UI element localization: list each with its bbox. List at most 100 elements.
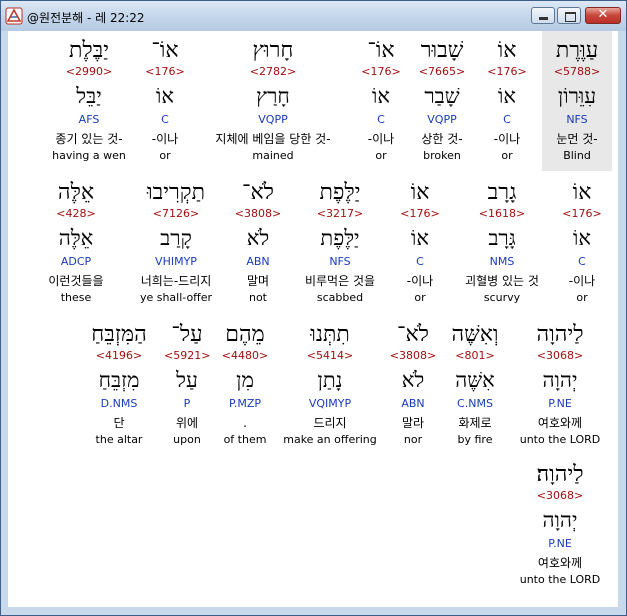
hebrew-root: יַבֵּל [76,84,102,108]
word-block[interactable]: מֵהֶם <4480> מִן P.MZP . of them [216,321,274,453]
korean-gloss: 단 [113,416,125,430]
hebrew-word: חָרוּץ [252,38,294,63]
strong-number[interactable]: <3808> [234,207,282,221]
word-block[interactable]: הַמִּזְבֵּחַ <4196> מִזְבֵּחַ D.NMS 단 th… [84,321,154,453]
word-block[interactable]: עַל־ <5921> עַל P 위에 upon [164,321,210,453]
hebrew-root: יְהוָה [542,508,578,532]
title-bar[interactable]: @원전분해 - 레 22:22 ✕ [1,1,626,31]
strong-number[interactable]: <3808> [388,349,438,363]
korean-gloss: 드리지 [313,416,347,430]
strong-number[interactable]: <5414> [278,349,382,363]
strong-number[interactable]: <176> [486,65,528,79]
strong-number[interactable]: <2990> [44,65,134,79]
word-block[interactable]: תִתְּנוּ <5414> נָתַן VQIMYP 드리지 make an… [278,321,382,453]
korean-gloss: 이런것들을 [48,274,104,288]
hebrew-root: אוֹ [411,226,429,250]
korean-gloss: -이나 [367,132,395,146]
hebrew-word: וְאִשֶּׁה [451,322,499,347]
hebrew-word: יַבֶּלֶת [68,38,110,63]
hebrew-word: אוֹ [497,38,517,63]
hebrew-root: חָרַץ [256,84,290,108]
korean-gloss: 종기 있는 것- [55,132,123,146]
strong-number[interactable]: <176> [398,207,442,221]
word-block[interactable]: חָרוּץ <2782> חָרַץ VQPP 지체에 베임을 당한 것- m… [192,37,354,169]
maximize-button[interactable] [557,7,581,24]
strong-number[interactable]: <7665> [410,65,474,79]
strong-number[interactable]: <7126> [126,207,226,221]
window-title: @원전분해 - 레 22:22 [27,11,145,25]
hebrew-root: לֹא [401,368,425,392]
english-gloss: unto the LORD [519,573,601,586]
strong-number[interactable]: <801> [448,349,502,363]
korean-gloss: 말라 [401,416,425,430]
strong-number[interactable]: <2782> [192,65,354,79]
hebrew-word: אֵלֶּה [57,180,95,205]
parsing-code: ABN [246,255,270,268]
english-gloss: having a wen [52,149,126,162]
parsing-code: ADCP [60,255,92,268]
parsing-code: ABN [401,397,425,410]
word-block[interactable]: שָׁבוּר <7665> שָׁבַר VQPP 상한 것- broken [410,37,474,169]
parsing-code: AFS [78,113,100,126]
word-block[interactable]: עַוֶּרֶת <5788> עִוֵּרוֹן NFS 눈먼 것- Blin… [542,37,612,169]
word-block[interactable]: אוֹ־ <176> אוֹ C -이나 or [358,37,404,169]
parsing-code: C.NMS [457,397,493,410]
strong-number[interactable]: <176> [142,65,188,79]
korean-gloss: 위에 [175,416,199,430]
word-block[interactable]: תַקְרִיבוּ <7126> קָרַב VHIMYP 너희는-드리지 y… [126,179,226,311]
word-block[interactable]: לֹא־ <3808> לֹא ABN 말며 not [234,179,282,311]
korean-gloss: 눈먼 것- [556,132,598,146]
hebrew-root: אוֹ [498,84,516,108]
word-block[interactable]: וְאִשֶּׁה <801> אִשֶּׁה C.NMS 화제로 by fir… [448,321,502,453]
strong-number[interactable]: <176> [560,207,604,221]
hebrew-root: מִזְבֵּחַ [98,368,140,392]
parsing-code: P.MZP [228,397,262,410]
strong-number[interactable]: <3068> [512,349,608,363]
english-gloss: these [60,291,92,304]
strong-number[interactable]: <3068> [512,489,608,503]
strong-number[interactable]: <3217> [288,207,392,221]
parsing-code: C [416,255,424,268]
word-block[interactable]: לַיהוָה׃ <3068> יְהוָה P.NE 여호와께 unto th… [512,461,608,593]
hebrew-word: הַמִּזְבֵּחַ [91,322,147,347]
word-block[interactable]: לַיהוָה <3068> יְהוָה P.NE 여호와께 unto the… [512,321,608,453]
english-gloss: or [414,291,426,304]
word-block[interactable]: לֹא־ <3808> לֹא ABN 말라 nor [388,321,438,453]
word-block[interactable]: יַלֶּפֶת <3217> יַלֶּפֶת NFS 비루먹은 것을 sca… [288,179,392,311]
app-logo-icon [5,7,23,25]
close-icon: ✕ [597,7,609,22]
korean-gloss: 여호와께 [537,556,583,570]
app-window: @원전분해 - 레 22:22 ✕ עַוֶּרֶת <5788> עִוֵּר… [0,0,627,616]
word-block[interactable]: אוֹ־ <176> אוֹ C -이나 or [142,37,188,169]
strong-number[interactable]: <176> [358,65,404,79]
english-gloss: make an offering [283,433,377,446]
korean-gloss: 화제로 [458,416,492,430]
strong-number[interactable]: <4480> [216,349,274,363]
close-button[interactable]: ✕ [585,7,621,24]
hebrew-word: עַוֶּרֶת [555,38,599,63]
minimize-button[interactable] [531,7,555,24]
word-block[interactable]: אוֹ <176> אוֹ C -이나 or [560,179,604,311]
strong-number[interactable]: <4196> [84,349,154,363]
strong-number[interactable]: <5788> [542,65,612,79]
strong-number[interactable]: <1618> [452,207,552,221]
word-block[interactable]: יַבֶּלֶת <2990> יַבֵּל AFS 종기 있는 것- havi… [44,37,134,169]
english-gloss: nor [403,433,423,446]
korean-gloss: 여호와께 [537,416,583,430]
strong-number[interactable]: <428> [36,207,116,221]
word-block[interactable]: אוֹ <176> אוֹ C -이나 or [398,179,442,311]
word-block[interactable]: אוֹ <176> אוֹ C -이나 or [486,37,528,169]
hebrew-word: לַיהוָה׃ [536,462,584,487]
interlinear-view[interactable]: עַוֶּרֶת <5788> עִוֵּרוֹן NFS 눈먼 것- Blin… [8,31,618,607]
korean-gloss: -이나 [493,132,521,146]
hebrew-root: לֹא [246,226,270,250]
word-block[interactable]: אֵלֶּה <428> אֵלֶּה ADCP 이런것들을 these [36,179,116,311]
hebrew-root: אוֹ [573,226,591,250]
parsing-code: VQIMYP [308,397,352,410]
parsing-code: P.NE [548,397,572,410]
korean-gloss: 지체에 베임을 당한 것- [215,132,331,146]
strong-number[interactable]: <5921> [164,349,210,363]
english-gloss: ye shall-offer [139,291,213,304]
word-block[interactable]: גָרָב <1618> גָּרָב NMS 괴혈병 있는 것 scurvy [452,179,552,311]
hebrew-word: יַלֶּפֶת [319,180,361,205]
